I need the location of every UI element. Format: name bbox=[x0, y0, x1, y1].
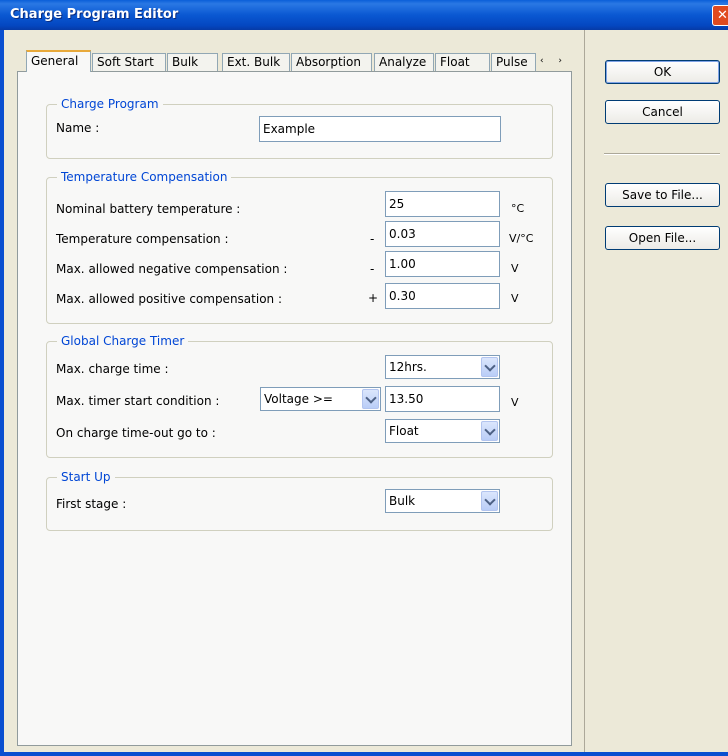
cancel-button[interactable]: Cancel bbox=[605, 100, 720, 124]
window-border-bottom bbox=[0, 752, 728, 756]
max-charge-time-label: Max. charge time : bbox=[56, 362, 169, 376]
chevron-down-icon[interactable] bbox=[481, 421, 498, 441]
temperature-compensation-input[interactable]: 0.03 bbox=[385, 221, 500, 247]
vertical-separator bbox=[584, 30, 585, 752]
timeout-go-to-value: Float bbox=[389, 424, 419, 438]
save-to-file-button[interactable]: Save to File... bbox=[605, 183, 720, 207]
name-label: Name : bbox=[56, 121, 100, 135]
unit-celsius: °C bbox=[511, 202, 525, 215]
unit-volt-neg: V bbox=[511, 262, 519, 275]
neg-sign: - bbox=[370, 262, 375, 276]
first-stage-label: First stage : bbox=[56, 497, 127, 511]
open-file-button[interactable]: Open File... bbox=[605, 226, 720, 250]
negative-compensation-label: Max. allowed negative compensation : bbox=[56, 262, 288, 276]
tab-float[interactable]: Float bbox=[435, 53, 490, 72]
close-icon[interactable]: ✕ bbox=[712, 5, 728, 26]
first-stage-value: Bulk bbox=[389, 494, 416, 508]
chevron-down-icon[interactable] bbox=[481, 357, 498, 377]
timer-start-value-input[interactable]: 13.50 bbox=[385, 386, 500, 412]
timer-start-condition-value: Voltage >= bbox=[264, 392, 333, 406]
chevron-down-icon[interactable] bbox=[481, 491, 498, 511]
group-title-charge-program: Charge Program bbox=[57, 97, 163, 111]
unit-volt-per-celsius: V/°C bbox=[509, 232, 534, 245]
tab-ext-bulk[interactable]: Ext. Bulk bbox=[222, 53, 290, 72]
temperature-compensation-label: Temperature compensation : bbox=[56, 232, 229, 246]
ok-button[interactable]: OK bbox=[605, 60, 720, 84]
tab-absorption[interactable]: Absorption bbox=[291, 53, 372, 72]
unit-volt-pos: V bbox=[511, 292, 519, 305]
negative-compensation-input[interactable]: 1.00 bbox=[385, 251, 500, 277]
timer-start-condition-select[interactable]: Voltage >= bbox=[260, 387, 381, 411]
nominal-temperature-input[interactable]: 25 bbox=[385, 191, 500, 217]
timeout-go-to-select[interactable]: Float bbox=[385, 419, 500, 443]
tab-general[interactable]: General bbox=[26, 50, 91, 72]
pos-sign: + bbox=[368, 291, 379, 305]
tab-soft-start[interactable]: Soft Start bbox=[92, 53, 166, 72]
comp-sign: - bbox=[370, 232, 375, 246]
chevron-down-icon[interactable] bbox=[362, 389, 379, 409]
name-input[interactable]: Example bbox=[259, 116, 501, 142]
title-bar: Charge Program Editor ✕ bbox=[0, 0, 728, 30]
window-border-left bbox=[0, 30, 4, 756]
max-charge-time-value: 12hrs. bbox=[389, 360, 427, 374]
group-title-temperature: Temperature Compensation bbox=[57, 170, 232, 184]
tab-scroll-arrows[interactable]: ‹ › bbox=[535, 53, 573, 71]
positive-compensation-label: Max. allowed positive compensation : bbox=[56, 292, 282, 306]
button-separator bbox=[604, 153, 720, 155]
timeout-go-to-label: On charge time-out go to : bbox=[56, 426, 216, 440]
tab-pulse[interactable]: Pulse bbox=[491, 53, 536, 72]
window-title: Charge Program Editor bbox=[10, 7, 179, 22]
first-stage-select[interactable]: Bulk bbox=[385, 489, 500, 513]
nominal-temperature-label: Nominal battery temperature : bbox=[56, 202, 241, 216]
tab-analyze[interactable]: Analyze bbox=[374, 53, 434, 72]
unit-volt-timer: V bbox=[511, 396, 519, 409]
max-charge-time-select[interactable]: 12hrs. bbox=[385, 355, 500, 379]
timer-start-condition-label: Max. timer start condition : bbox=[56, 394, 220, 408]
positive-compensation-input[interactable]: 0.30 bbox=[385, 283, 500, 309]
group-title-timer: Global Charge Timer bbox=[57, 334, 189, 348]
group-title-start-up: Start Up bbox=[57, 470, 115, 484]
tab-bulk[interactable]: Bulk bbox=[167, 53, 218, 72]
